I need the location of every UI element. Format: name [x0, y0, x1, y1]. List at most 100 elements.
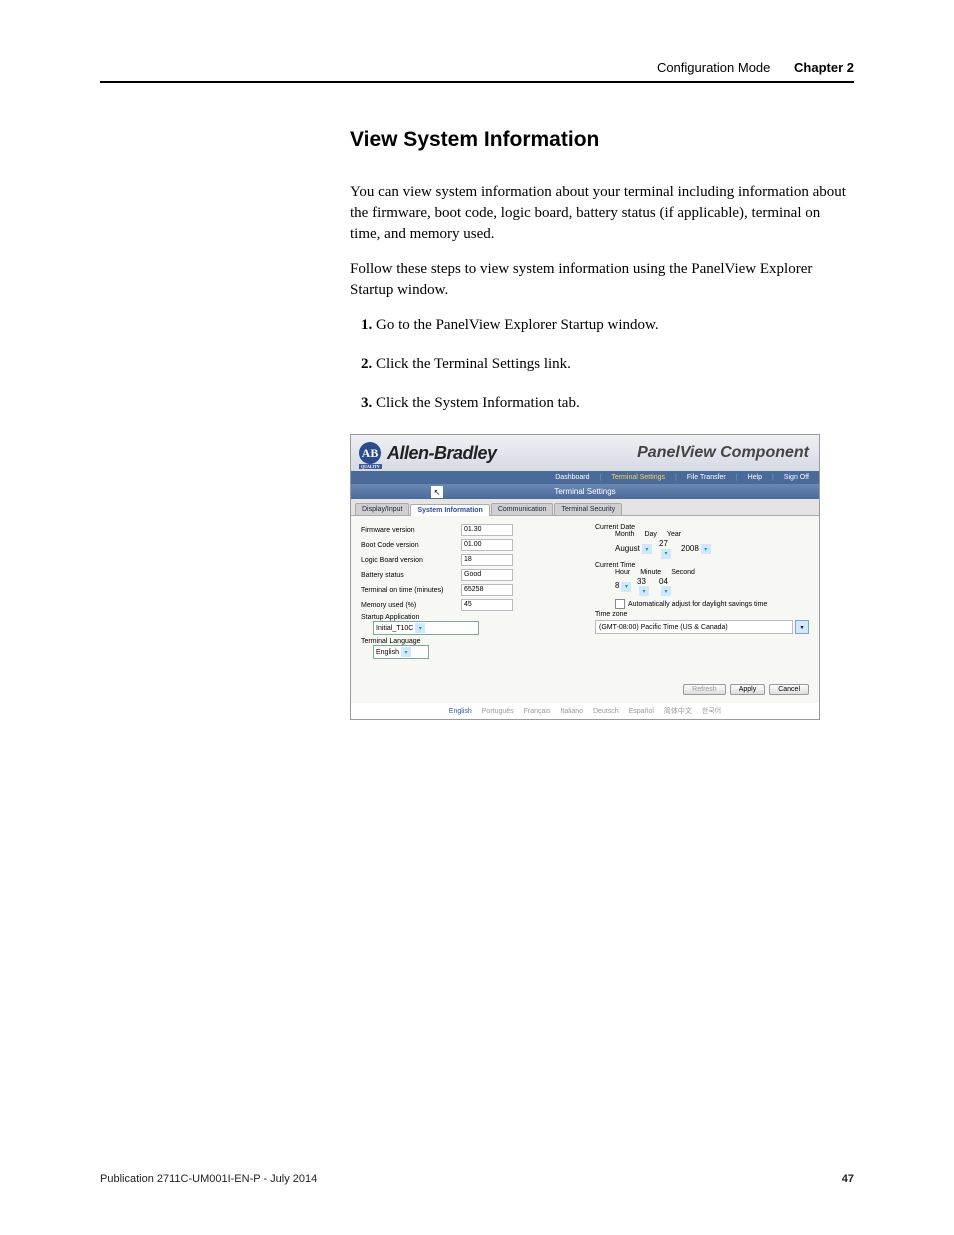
subbar-title: Terminal Settings [554, 487, 615, 496]
field-logic-board-version: Logic Board version 18 [361, 554, 575, 566]
field-label: Memory used (%) [361, 602, 461, 609]
startup-app-value: Initial_T10C [376, 625, 413, 632]
lang-link[interactable]: Português [482, 708, 514, 715]
tab-communication[interactable]: Communication [491, 503, 554, 515]
field-label: Boot Code version [361, 542, 461, 549]
hour-select[interactable]: 8▾ [615, 581, 635, 592]
dst-checkbox[interactable] [615, 599, 625, 609]
nav-help[interactable]: Help [744, 473, 766, 482]
timezone-value: (GMT-08:00) Pacific Time (US & Canada) [595, 620, 793, 634]
nav-bar: Dashboard| Terminal Settings| File Trans… [351, 471, 819, 484]
field-value: 45 [461, 599, 513, 611]
field-label: Battery status [361, 572, 461, 579]
publication-line: Publication 2711C-UM001I-EN-P - July 201… [100, 1173, 592, 1185]
year-select[interactable]: 2008▾ [681, 544, 711, 555]
header-mode: Configuration Mode [657, 60, 770, 75]
lang-link[interactable]: Deutsch [593, 708, 619, 715]
embedded-screenshot: AB QUALITY Allen-Bradley PanelView Compo… [350, 434, 820, 720]
field-value: 01.00 [461, 539, 513, 551]
left-column: Firmware version 01.30 Boot Code version… [361, 524, 575, 662]
tab-strip: Display/Input System Information Communi… [351, 499, 819, 516]
ab-logo-letters: AB [362, 446, 379, 461]
chevron-down-icon: ▾ [661, 549, 671, 559]
terminal-language-value: English [376, 649, 399, 656]
ab-logo: AB QUALITY [359, 442, 381, 464]
lang-link[interactable]: 한국어 [702, 708, 721, 715]
date-selects: August▾ 27▾ 2008▾ [615, 539, 809, 559]
lang-link[interactable]: English [449, 708, 472, 715]
current-time-label: Current Time [595, 562, 809, 569]
step-item: Click the Terminal Settings link. [376, 354, 854, 375]
tab-system-information[interactable]: System Information [410, 504, 489, 516]
field-label: Logic Board version [361, 557, 461, 564]
startup-app-label: Startup Application [361, 614, 575, 621]
minute-select[interactable]: 33▾ [637, 577, 657, 597]
button-bar: Refresh Apply Cancel [351, 680, 819, 703]
field-memory-used: Memory used (%) 45 [361, 599, 575, 611]
date-column-headers: Month Day Year [615, 531, 809, 538]
nav-dashboard[interactable]: Dashboard [551, 473, 593, 482]
tab-terminal-security[interactable]: Terminal Security [554, 503, 622, 515]
chevron-down-icon: ▾ [621, 582, 631, 592]
time-selects: 8▾ 33▾ 04▾ [615, 577, 809, 597]
sub-bar: ↖ Terminal Settings [351, 484, 819, 499]
refresh-button[interactable]: Refresh [683, 684, 726, 695]
chevron-down-icon: ▾ [639, 586, 649, 596]
lang-link[interactable]: Italiano [560, 708, 583, 715]
nav-file-transfer[interactable]: File Transfer [683, 473, 730, 482]
brand-text: Allen-Bradley [387, 443, 497, 464]
product-text: PanelView Component [637, 444, 809, 462]
field-value: 18 [461, 554, 513, 566]
field-value: 65258 [461, 584, 513, 596]
intro-paragraph-2: Follow these steps to view system inform… [350, 259, 854, 301]
lang-link[interactable]: Español [629, 708, 654, 715]
field-value: 01.30 [461, 524, 513, 536]
chevron-down-icon: ▾ [795, 620, 809, 634]
step-item: Go to the PanelView Explorer Startup win… [376, 315, 854, 336]
chevron-down-icon: ▾ [661, 586, 671, 596]
timezone-label: Time zone [595, 611, 809, 618]
language-footer: English Português Français Italiano Deut… [351, 703, 819, 719]
current-date-label: Current Date [595, 524, 809, 531]
field-value: Good [461, 569, 513, 581]
intro-paragraph-1: You can view system information about yo… [350, 182, 854, 245]
startup-app-select[interactable]: Initial_T10C ▾ [373, 621, 575, 635]
field-label: Firmware version [361, 527, 461, 534]
chevron-down-icon: ▾ [415, 623, 425, 633]
chevron-down-icon: ▾ [642, 544, 652, 554]
field-terminal-on-time: Terminal on time (minutes) 65258 [361, 584, 575, 596]
timezone-select[interactable]: (GMT-08:00) Pacific Time (US & Canada) ▾ [595, 620, 809, 634]
terminal-language-select[interactable]: English ▾ [373, 645, 575, 659]
cursor-icon: ↖ [431, 486, 443, 498]
nav-sign-off[interactable]: Sign Off [780, 473, 813, 482]
terminal-language-label: Terminal Language [361, 638, 575, 645]
right-column: Current Date Month Day Year August▾ 27▾ … [595, 524, 809, 662]
page-header: Configuration Mode Chapter 2 [100, 60, 854, 83]
section-title: View System Information [350, 128, 854, 152]
cancel-button[interactable]: Cancel [769, 684, 809, 695]
steps-list: Go to the PanelView Explorer Startup win… [350, 315, 854, 414]
screenshot-body: Firmware version 01.30 Boot Code version… [351, 516, 819, 680]
tab-display-input[interactable]: Display/Input [355, 503, 409, 515]
field-boot-code-version: Boot Code version 01.00 [361, 539, 575, 551]
field-battery-status: Battery status Good [361, 569, 575, 581]
lang-link[interactable]: Français [524, 708, 551, 715]
month-select[interactable]: August▾ [615, 544, 657, 555]
screenshot-banner: AB QUALITY Allen-Bradley PanelView Compo… [351, 435, 819, 471]
step-item: Click the System Information tab. [376, 393, 854, 414]
page-number: 47 [842, 1173, 854, 1185]
second-select[interactable]: 04▾ [659, 577, 679, 597]
nav-terminal-settings[interactable]: Terminal Settings [607, 473, 669, 482]
time-column-headers: Hour Minute Second [615, 569, 809, 576]
chevron-down-icon: ▾ [401, 647, 411, 657]
field-label: Terminal on time (minutes) [361, 587, 461, 594]
dst-label: Automatically adjust for daylight saving… [628, 601, 767, 608]
page-footer: Publication 2711C-UM001I-EN-P - July 201… [100, 1173, 854, 1185]
header-chapter: Chapter 2 [794, 60, 854, 75]
lang-link[interactable]: 简体中文 [664, 708, 692, 715]
apply-button[interactable]: Apply [730, 684, 766, 695]
dst-checkbox-row: Automatically adjust for daylight saving… [615, 599, 809, 609]
ab-logo-sub: QUALITY [359, 464, 382, 469]
day-select[interactable]: 27▾ [659, 539, 679, 559]
chevron-down-icon: ▾ [701, 544, 711, 554]
